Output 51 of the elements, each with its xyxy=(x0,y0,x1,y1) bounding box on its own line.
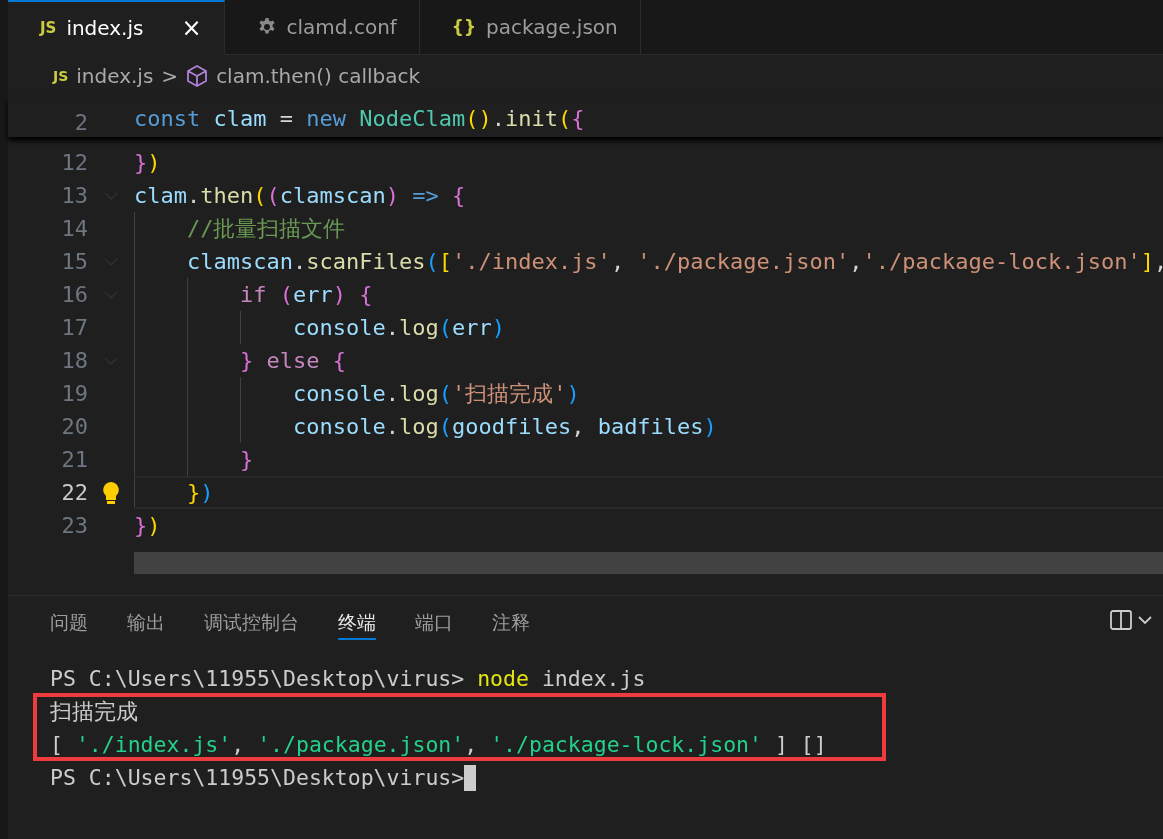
code-line: console.log(goodfiles, badfiles) xyxy=(134,410,717,443)
cube-icon xyxy=(186,64,209,88)
code-line: if (err) { xyxy=(134,278,373,311)
panel-tab[interactable]: 终端 xyxy=(338,610,376,640)
line-number: 21 xyxy=(60,447,88,472)
editor-tab[interactable]: {} package.json xyxy=(419,0,641,55)
line-number: 18 xyxy=(60,348,88,373)
line-number: 15 xyxy=(60,249,88,274)
editor-tab[interactable]: clamd.conf xyxy=(224,0,420,55)
line-number: 12 xyxy=(60,150,88,175)
split-view-icon[interactable] xyxy=(1109,608,1133,632)
panel-tab[interactable]: 输出 xyxy=(127,610,165,640)
panel-tab[interactable]: 注释 xyxy=(492,610,530,640)
chevron-down-icon[interactable] xyxy=(1137,614,1153,626)
line-number: 20 xyxy=(60,414,88,439)
chevron-icon: > xyxy=(161,64,179,88)
editor-tab[interactable]: JS index.js × xyxy=(8,0,225,55)
line-number: 13 xyxy=(60,183,88,208)
panel-tab[interactable]: 问题 xyxy=(50,610,88,640)
code-line: }) xyxy=(134,512,161,540)
code-line: console.log(err) xyxy=(134,311,505,344)
json-file-icon: {} xyxy=(451,17,477,37)
code-line: clam.then((clamscan) => { xyxy=(134,182,466,210)
line-number: 2 xyxy=(73,110,88,135)
panel-tab[interactable]: 端口 xyxy=(415,610,453,640)
js-file-icon: JS xyxy=(53,68,69,84)
close-icon[interactable]: × xyxy=(181,14,202,42)
code-line: } else { xyxy=(134,344,346,377)
panel-tab[interactable]: 调试控制台 xyxy=(204,610,299,640)
breadcrumb-file[interactable]: index.js xyxy=(76,64,154,88)
code-line: //批量扫描文件 xyxy=(134,212,346,245)
horizontal-scrollbar[interactable] xyxy=(134,552,1163,574)
code-line: const clam = new NodeClam().init({ xyxy=(134,105,585,133)
terminal-line: 扫描完成 xyxy=(50,698,138,726)
terminal-line: PS C:\Users\11955\Desktop\virus> xyxy=(50,765,465,790)
code-line: console.log('扫描完成') xyxy=(134,377,580,410)
code-line: } xyxy=(134,443,254,476)
line-number: 22 xyxy=(60,480,88,505)
code-line: clamscan.scanFiles(['./index.js', './package.json','./package-lock.json'], xyxy=(134,245,1163,278)
line-number: 23 xyxy=(60,513,88,538)
breadcrumb-symbol[interactable]: clam.then() callback xyxy=(216,64,421,88)
line-number: 17 xyxy=(60,315,88,340)
line-number: 19 xyxy=(60,381,88,406)
terminal-line: [ './index.js', './package.json', './package-lock.json' ] [] xyxy=(50,732,827,757)
terminal-line: PS C:\Users\11955\Desktop\virus> node index.js xyxy=(50,666,646,691)
line-number: 16 xyxy=(60,282,88,307)
code-line: }) xyxy=(134,149,161,177)
code-line: }) xyxy=(134,476,214,509)
js-file-icon: JS xyxy=(40,19,57,37)
lightbulb-icon[interactable] xyxy=(102,480,120,505)
line-number: 14 xyxy=(60,216,88,241)
